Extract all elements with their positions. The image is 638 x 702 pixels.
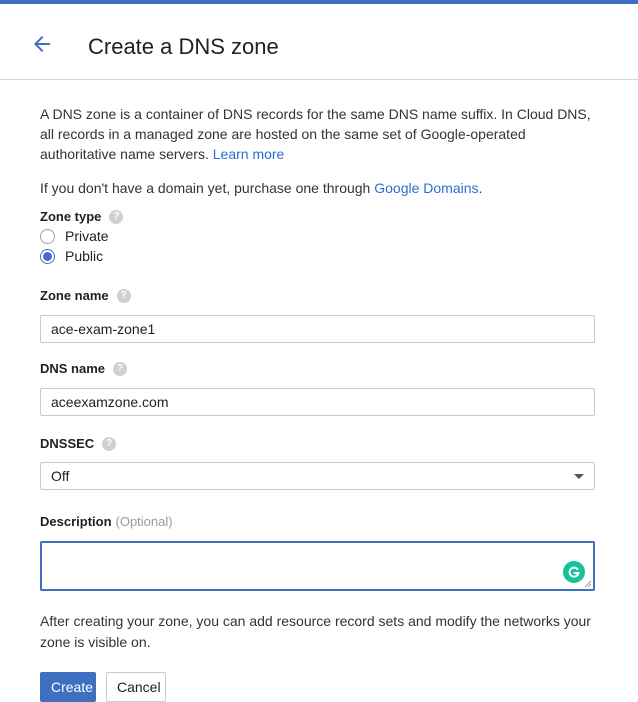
page-title: Create a DNS zone	[88, 34, 279, 59]
dns-name-label-text: DNS name	[40, 361, 106, 376]
dns-name-label: DNS name ?	[40, 361, 128, 376]
zone-name-label: Zone name ?	[40, 288, 131, 303]
dnssec-label: DNSSEC ?	[40, 436, 117, 451]
zone-type-label: Zone type ?	[40, 209, 124, 224]
radio-public-label: Public	[65, 248, 104, 264]
help-icon[interactable]: ?	[109, 209, 124, 224]
google-domains-link[interactable]: Google Domains	[374, 180, 478, 196]
page-header: Create a DNS zone	[0, 4, 638, 80]
grammarly-icon[interactable]	[563, 561, 585, 583]
chevron-down-icon	[574, 474, 584, 479]
dnssec-select-value: Off	[51, 468, 70, 484]
dnssec-select[interactable]: Off	[40, 462, 595, 490]
help-icon[interactable]: ?	[113, 361, 128, 376]
radio-public[interactable]: Public	[40, 246, 123, 266]
zone-type-label-text: Zone type	[40, 209, 102, 224]
help-icon[interactable]: ?	[102, 436, 117, 451]
domains-note-suffix: .	[478, 180, 483, 196]
radio-private-indicator[interactable]	[40, 228, 55, 244]
resize-handle-icon[interactable]	[584, 580, 592, 588]
learn-more-link[interactable]: Learn more	[213, 146, 285, 162]
dns-name-input[interactable]: aceexamzone.com	[40, 388, 595, 416]
create-button[interactable]: Create	[40, 672, 96, 702]
description-label: Description (Optional)	[40, 514, 173, 529]
intro-text: A DNS zone is a container of DNS records…	[40, 106, 591, 162]
domains-note-text: If you don't have a domain yet, purchase…	[40, 180, 371, 196]
zone-type-group: Zone type ? Private Public	[40, 209, 124, 266]
description-textarea[interactable]	[40, 541, 595, 591]
zone-name-label-text: Zone name	[40, 288, 109, 303]
dnssec-label-text: DNSSEC	[40, 436, 95, 451]
cancel-button[interactable]: Cancel	[106, 672, 166, 702]
footer-note: After creating your zone, you can add re…	[40, 613, 591, 650]
radio-private[interactable]: Private	[40, 226, 123, 246]
form-content: A DNS zone is a container of DNS records…	[40, 104, 600, 702]
domains-note: If you don't have a domain yet, purchase…	[40, 178, 482, 198]
zone-name-input[interactable]: ace-exam-zone1	[40, 315, 595, 343]
description-label-text: Description	[40, 514, 112, 529]
arrow-left-icon[interactable]	[30, 32, 54, 56]
help-icon[interactable]: ?	[116, 288, 131, 303]
intro-paragraph: A DNS zone is a container of DNS records…	[40, 104, 600, 164]
radio-public-indicator[interactable]	[40, 248, 55, 264]
optional-hint: (Optional)	[115, 514, 173, 529]
radio-private-label: Private	[65, 228, 109, 244]
